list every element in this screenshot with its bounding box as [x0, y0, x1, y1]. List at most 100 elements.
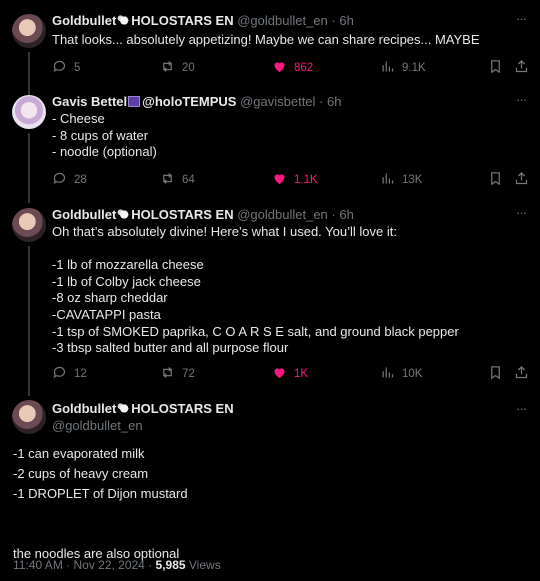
- like-count: 862: [294, 62, 314, 74]
- like-icon: [274, 368, 285, 379]
- views-count: 5,985: [155, 558, 186, 572]
- tweet-header: Goldbullet HOLOSTARS EN: [52, 400, 234, 418]
- tweet-1[interactable]: Goldbullet HOLOSTARS EN @goldbullet_en · …: [0, 12, 540, 98]
- bird-badge-icon: [117, 209, 130, 220]
- author-handle[interactable]: @goldbullet_en: [237, 207, 328, 222]
- views-icon: [382, 61, 394, 72]
- tweet-actions: 28 64 1.1K 13K: [52, 171, 528, 189]
- thread-line: [28, 133, 30, 203]
- reply-icon: [53, 172, 66, 185]
- views-icon: [382, 367, 394, 378]
- tweet-actions: 12 72 1K 10K: [52, 365, 528, 383]
- views-label: Views: [185, 558, 221, 572]
- author-name[interactable]: Goldbullet: [52, 401, 116, 416]
- retweet-count: 72: [182, 368, 195, 380]
- bird-badge-icon: [117, 15, 130, 26]
- views-count: 10K: [402, 368, 423, 380]
- reply-count: 12: [74, 368, 87, 380]
- main-tweet: Goldbullet HOLOSTARS EN @goldbullet_en ··…: [0, 400, 540, 581]
- reply-button[interactable]: 12: [52, 365, 87, 383]
- like-icon: [274, 174, 285, 185]
- share-icon: [515, 59, 528, 73]
- tweet-time[interactable]: 6h: [327, 94, 341, 109]
- retweet-count: 64: [182, 174, 195, 186]
- share-icon: [515, 365, 528, 379]
- views-button[interactable]: 9.1K: [380, 59, 426, 77]
- author-handle[interactable]: @goldbullet_en: [237, 13, 328, 28]
- author-handle[interactable]: @gavisbettel: [240, 94, 315, 109]
- bookmark-button[interactable]: [488, 59, 503, 77]
- tweet-3[interactable]: Goldbullet HOLOSTARS EN @goldbullet_en · …: [0, 206, 540, 396]
- like-button[interactable]: 1K: [272, 365, 308, 383]
- tweet-header: Goldbullet HOLOSTARS EN @goldbullet_en · …: [52, 12, 354, 30]
- like-count: 1K: [294, 368, 309, 380]
- share-button[interactable]: [514, 171, 529, 189]
- bookmark-icon: [491, 366, 500, 380]
- thread-line: [28, 246, 30, 396]
- share-button[interactable]: [514, 59, 529, 77]
- like-button[interactable]: 862: [272, 59, 313, 77]
- reply-count: 5: [74, 62, 81, 74]
- retweet-icon: [163, 61, 172, 72]
- tweet-text: - Cheese - 8 cups of water - noodle (opt…: [52, 111, 157, 160]
- author-name[interactable]: Goldbullet: [52, 13, 116, 28]
- retweet-icon: [163, 367, 172, 378]
- tweet-timestamp[interactable]: 11:40 AM · Nov 22, 2024 ·: [13, 558, 156, 572]
- like-button[interactable]: 1.1K: [272, 171, 318, 189]
- more-icon[interactable]: ···: [514, 12, 528, 26]
- reply-icon: [53, 366, 66, 379]
- tweet-2[interactable]: Gavis Bettel @holoTEMPUS @gavisbettel · 6…: [0, 93, 540, 203]
- retweet-count: 20: [182, 62, 195, 74]
- avatar[interactable]: [12, 400, 46, 434]
- separator-dot: ·: [315, 94, 327, 109]
- tweet-header: Gavis Bettel @holoTEMPUS @gavisbettel · 6…: [52, 93, 341, 111]
- retweet-button[interactable]: 72: [160, 365, 195, 383]
- views-icon: [382, 173, 394, 184]
- tweet-actions: 5 20 862 9.1K: [52, 59, 528, 77]
- author-name[interactable]: Gavis Bettel: [52, 94, 127, 109]
- author-handle[interactable]: @goldbullet_en: [52, 418, 143, 434]
- tweet-text: That looks... absolutely appetizing! May…: [52, 32, 480, 47]
- views-button[interactable]: 13K: [380, 171, 422, 189]
- retweet-button[interactable]: 64: [160, 171, 195, 189]
- bookmark-button[interactable]: [488, 365, 503, 383]
- more-icon[interactable]: ···: [514, 206, 528, 220]
- tweet-text: Oh that’s absolutely divine! Here’s what…: [52, 224, 459, 356]
- retweet-button[interactable]: 20: [160, 59, 195, 77]
- tweet-meta: 11:40 AM · Nov 22, 2024 · 5,985 Views: [13, 558, 221, 572]
- reply-button[interactable]: 5: [52, 59, 80, 77]
- separator-dot: ·: [327, 207, 340, 222]
- tv-badge-icon: [128, 96, 141, 107]
- tweet-time[interactable]: 6h: [339, 207, 353, 222]
- share-button[interactable]: [514, 365, 529, 383]
- separator-dot: ·: [327, 13, 340, 28]
- reply-count: 28: [74, 174, 87, 186]
- like-icon: [274, 62, 285, 73]
- avatar[interactable]: [12, 95, 46, 129]
- like-count: 1.1K: [294, 174, 318, 186]
- bookmark-button[interactable]: [488, 171, 503, 189]
- views-count: 13K: [402, 174, 423, 186]
- retweet-icon: [163, 173, 172, 184]
- bookmark-icon: [491, 172, 500, 186]
- author-affiliation[interactable]: HOLOSTARS EN: [131, 401, 233, 416]
- bird-badge-icon: [117, 403, 130, 414]
- views-button[interactable]: 10K: [380, 365, 422, 383]
- reply-icon: [53, 60, 66, 73]
- thread-line: [28, 52, 30, 98]
- tweet-time[interactable]: 6h: [339, 13, 353, 28]
- bookmark-icon: [491, 60, 500, 74]
- avatar[interactable]: [12, 14, 46, 48]
- author-name[interactable]: Goldbullet: [52, 207, 116, 222]
- author-affiliation[interactable]: @holoTEMPUS: [142, 94, 236, 109]
- tweet-header: Goldbullet HOLOSTARS EN @goldbullet_en · …: [52, 206, 354, 224]
- share-icon: [515, 171, 528, 185]
- avatar[interactable]: [12, 208, 46, 242]
- more-icon[interactable]: ···: [514, 402, 528, 416]
- reply-button[interactable]: 28: [52, 171, 87, 189]
- author-affiliation[interactable]: HOLOSTARS EN: [131, 13, 233, 28]
- views-count: 9.1K: [402, 62, 426, 74]
- more-icon[interactable]: ···: [514, 93, 528, 107]
- tweet-text: -1 can evaporated milk -2 cups of heavy …: [13, 446, 188, 561]
- author-affiliation[interactable]: HOLOSTARS EN: [131, 207, 233, 222]
